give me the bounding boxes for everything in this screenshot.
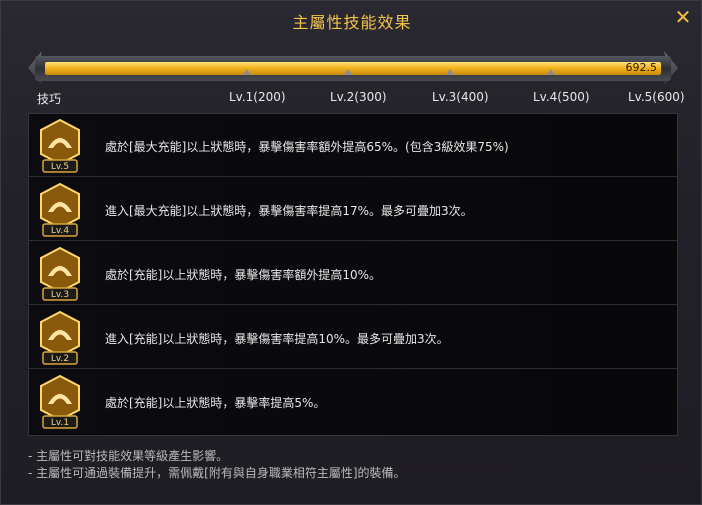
badge-label: Lv.3 [51, 290, 69, 300]
effect-text: 處於[充能]以上狀態時，暴擊率提高5%。 [105, 396, 326, 410]
footnote-1: - 主屬性可對技能效果等級產生影響。 [28, 449, 229, 463]
effect-text: 處於[最大充能]以上狀態時，暴擊傷害率額外提高65%。(包含3級效果75%) [105, 140, 509, 154]
effect-text: 處於[充能]以上狀態時，暴擊傷害率額外提高10%。 [105, 268, 382, 282]
badge-label: Lv.5 [51, 162, 69, 172]
threshold-tick [547, 69, 555, 75]
level-label-4: Lv.4(500) [533, 90, 590, 104]
badge-label: Lv.1 [51, 418, 69, 428]
effect-row-lv2: Lv.2 進入[充能]以上狀態時，暴擊傷害率提高10%。最多可疊加3次。 [29, 306, 677, 369]
threshold-tick [446, 69, 454, 75]
effect-row-lv1: Lv.1 處於[充能]以上狀態時，暴擊率提高5%。 [29, 370, 677, 433]
level-label-3: Lv.3(400) [432, 90, 489, 104]
threshold-tick [344, 69, 352, 75]
level-label-5: Lv.5(600) [628, 90, 685, 104]
close-icon[interactable]: ✕ [673, 7, 693, 27]
footnote-2: - 主屬性可通過裝備提升，需佩戴[附有與自身職業相符主屬性]的裝備。 [28, 466, 406, 480]
effect-row-lv5: Lv.5 處於[最大充能]以上狀態時，暴擊傷害率額外提高65%。(包含3級效果7… [29, 114, 677, 177]
level-start-label: 技巧 [37, 92, 62, 106]
badge-label: Lv.2 [51, 354, 69, 364]
level-labels: 技巧 Lv.1(200) Lv.2(300) Lv.3(400) Lv.4(50… [1, 90, 702, 106]
effect-text: 進入[最大充能]以上狀態時，暴擊傷害率提高17%。最多可疊加3次。 [105, 204, 473, 218]
effect-row-lv4: Lv.4 進入[最大充能]以上狀態時，暴擊傷害率提高17%。最多可疊加3次。 [29, 178, 677, 241]
window-title: 主屬性技能效果 [292, 13, 412, 32]
gold-emblem-icon: Lv.4 [40, 182, 80, 237]
badge-label: Lv.4 [51, 226, 70, 236]
progress-bar-fill [45, 62, 661, 75]
gold-emblem-icon: Lv.5 [40, 118, 80, 173]
level-label-1: Lv.1(200) [229, 90, 286, 104]
threshold-tick [243, 69, 251, 75]
effect-text: 進入[充能]以上狀態時，暴擊傷害率提高10%。最多可疊加3次。 [105, 332, 449, 346]
effect-list: Lv.5 處於[最大充能]以上狀態時，暴擊傷害率額外提高65%。(包含3級效果7… [28, 113, 678, 436]
effect-row-lv3: Lv.3 處於[充能]以上狀態時，暴擊傷害率額外提高10%。 [29, 242, 677, 305]
skill-effect-window: 主屬性技能效果 ✕ 692.5 技巧 Lv.1(200) Lv.2(300) L… [0, 0, 702, 505]
progress-value: 692.5 [625, 61, 658, 74]
progress-bar [45, 62, 661, 75]
level-label-2: Lv.2(300) [330, 90, 387, 104]
gold-emblem-icon: Lv.1 [40, 374, 80, 429]
gold-emblem-icon: Lv.2 [40, 310, 80, 365]
gold-emblem-icon: Lv.3 [40, 246, 80, 301]
